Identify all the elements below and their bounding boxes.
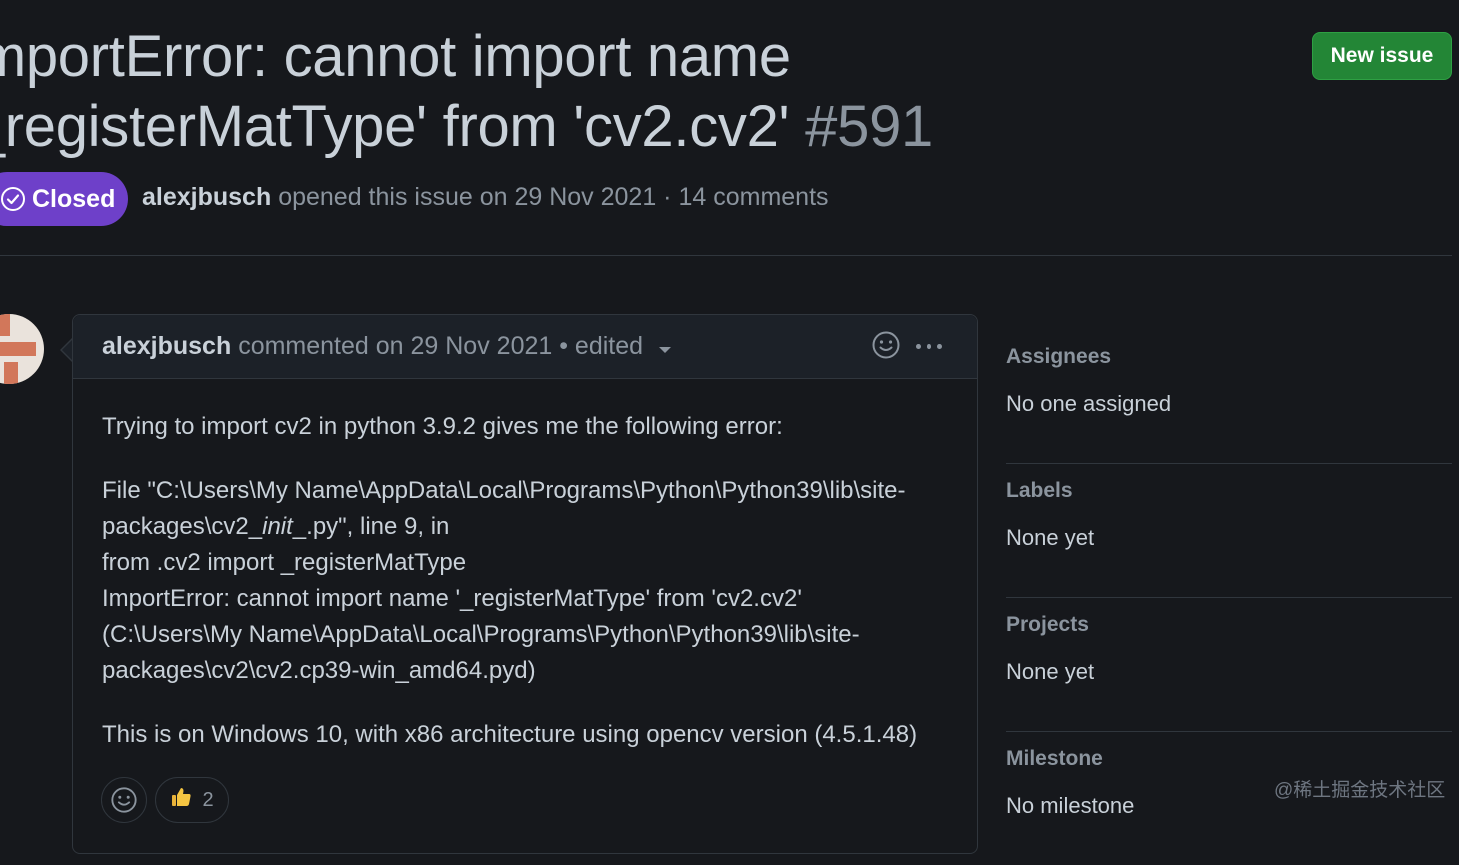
- sidebar-labels: Labels None yet: [1006, 464, 1452, 598]
- comment-text: This is on Windows 10, with x86 architec…: [102, 721, 918, 748]
- labels-heading[interactable]: Labels: [1006, 479, 1073, 503]
- watermark: @稀土掘金技术社区: [1274, 780, 1446, 801]
- add-reaction-icon[interactable]: [871, 330, 901, 360]
- trace-line: from .cv2 import _registerMatType: [102, 549, 467, 576]
- chevron-down-icon: [658, 333, 672, 362]
- reactions: 2: [101, 777, 229, 823]
- comment-body: Trying to import cv2 in python 3.9.2 giv…: [102, 409, 952, 753]
- issue-number: #591: [805, 94, 933, 159]
- assignees-value: No one assigned: [1006, 391, 1172, 416]
- trace-line: (C:\Users\My Name\AppData\Local\Programs…: [102, 621, 860, 648]
- milestone-value: No milestone: [1006, 793, 1135, 818]
- projects-heading[interactable]: Projects: [1006, 613, 1089, 637]
- edited-dropdown[interactable]: • edited: [559, 332, 672, 360]
- trace-line: packages\cv2_init_.py", line 9, in: [102, 513, 450, 540]
- projects-value: None yet: [1006, 659, 1095, 684]
- milestone-heading[interactable]: Milestone: [1006, 747, 1103, 771]
- edited-label: • edited: [559, 332, 644, 360]
- new-issue-button[interactable]: New issue: [1312, 32, 1452, 80]
- thumbs-up-reaction-button[interactable]: 2: [155, 777, 229, 823]
- trace-line: packages\cv2\cv2.cp39-win_amd64.pyd): [102, 657, 536, 684]
- issue-meta: alexjbusch opened this issue on 29 Nov 2…: [142, 183, 829, 212]
- avatar[interactable]: [0, 314, 44, 384]
- reaction-count: 2: [202, 788, 214, 811]
- status-badge: Closed: [0, 172, 128, 226]
- issue-title-text: ImportError: cannot import name '_regist…: [0, 24, 791, 159]
- comment-header: alexjbusch commented on 29 Nov 2021 • ed…: [73, 315, 977, 379]
- issue-meta-text: opened this issue on 29 Nov 2021 · 14 co…: [278, 183, 829, 211]
- status-badge-label: Closed: [32, 184, 116, 213]
- header-divider: [0, 255, 1452, 256]
- check-circle-icon: [0, 186, 26, 212]
- sidebar-projects: Projects None yet: [1006, 598, 1452, 732]
- labels-value: None yet: [1006, 525, 1095, 550]
- comment-meta: commented on 29 Nov 2021: [238, 332, 553, 360]
- add-reaction-button[interactable]: [101, 777, 147, 823]
- comment-author-link[interactable]: alexjbusch: [102, 332, 231, 360]
- smiley-icon: [111, 787, 137, 813]
- assignees-heading[interactable]: Assignees: [1006, 345, 1111, 369]
- issue-title: ImportError: cannot import name '_regist…: [0, 22, 1242, 162]
- trace-line: File "C:\Users\My Name\AppData\Local\Pro…: [102, 477, 906, 504]
- sidebar-assignees: Assignees No one assigned: [1006, 330, 1452, 464]
- more-options-icon[interactable]: [913, 333, 945, 359]
- trace-line: ImportError: cannot import name '_regist…: [102, 585, 802, 612]
- thumbs-up-icon: [170, 786, 192, 814]
- comment-box: alexjbusch commented on 29 Nov 2021 • ed…: [72, 314, 978, 854]
- issue-author-link[interactable]: alexjbusch: [142, 183, 271, 211]
- comment-text: Trying to import cv2 in python 3.9.2 giv…: [102, 413, 783, 440]
